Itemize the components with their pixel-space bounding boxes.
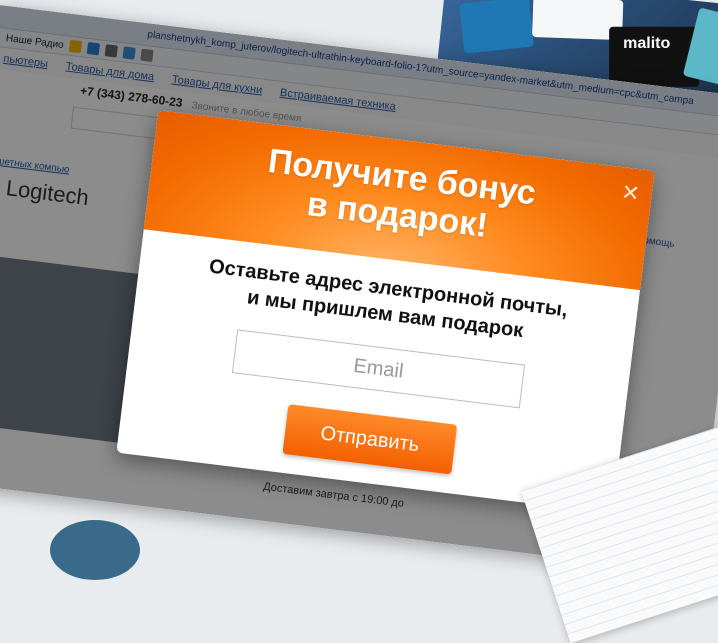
submit-button[interactable]: Отправить — [282, 404, 458, 475]
collage-card-text: malito — [623, 34, 671, 52]
bonus-modal: Получите бонус в подарок! ✕ Оставьте адр… — [116, 110, 655, 514]
collage-card — [459, 0, 534, 54]
collage-card-dark: malito — [609, 26, 700, 87]
decorative-object — [50, 520, 140, 580]
close-icon[interactable]: ✕ — [620, 179, 641, 207]
email-field[interactable] — [231, 329, 526, 409]
